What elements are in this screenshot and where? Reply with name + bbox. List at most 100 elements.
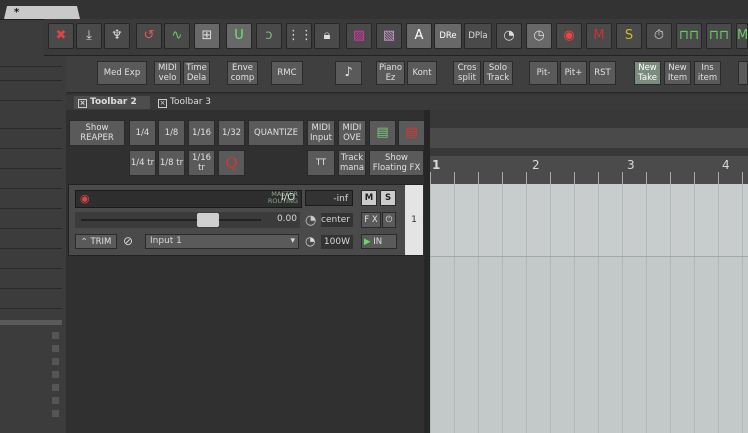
time-icon[interactable]: ⏱︎ [646,23,672,49]
input-select[interactable]: Input 1 ▾ [145,234,299,249]
new-take-button[interactable]: New Take [634,61,661,85]
main-toolbar: ✖ ⤓ ♆ ↺ ∿ ⊞ U ↄ ⋮⋮ 🔒︎ ▨ ▧ A DRe DPla ◔ ◷… [44,19,748,56]
phase-icon[interactable]: ⊘ [123,234,133,248]
arrange-view[interactable] [430,184,748,433]
envelope-icon: ⌃ [80,236,88,247]
lock-green2-icon[interactable]: ⊓⊓ [706,23,732,49]
dock-dots [52,332,59,422]
delete-icon[interactable]: ✖ [48,23,74,49]
show-floating-fx-button[interactable]: Show Floating FX [369,150,424,176]
more-icon[interactable]: M [736,23,748,49]
fx-bypass-icon[interactable]: ⏻ [382,212,396,228]
quant-1-32-button[interactable]: 1/32 [218,120,245,146]
rst-button[interactable]: RST [589,61,616,85]
midi-input-button[interactable]: MIDI Input [307,120,335,146]
midi-note-icon[interactable]: ♪ [335,61,362,85]
grid-snap-icon[interactable]: ⊞ [194,23,220,49]
grid-icon[interactable]: ⋮⋮ [286,23,313,49]
kont-button[interactable]: Kont [407,61,437,85]
track-name-field[interactable]: ◉ MASTER ROUTING [75,190,302,208]
pit-plus-button[interactable]: Pit+ [560,61,587,85]
tab-label: Toolbar 2 [90,97,137,107]
show-reaper-button[interactable]: Show REAPER [69,120,125,146]
dpla-button[interactable]: DPla [464,23,492,49]
brush-icon[interactable]: ♆ [104,23,130,49]
ruler-mark-1: 1 [432,158,441,172]
enve-comp-button[interactable]: Enve comp [227,61,258,85]
mute-button[interactable]: M [361,190,377,206]
ruler-mark-3: 3 [627,158,635,172]
ruler-mark-2: 2 [532,158,540,172]
volume-fader-handle[interactable] [197,213,219,227]
chevron-down-icon: ▾ [290,236,295,246]
instrument-toolbar: Med Exp MIDI velo Time Dela Enve comp RM… [66,56,748,93]
quant-1-16-tr-button[interactable]: 1/16 tr [188,150,215,176]
pan-knob-icon[interactable]: ◔ [305,213,316,228]
dock-scrollbar[interactable] [0,320,62,325]
pan-readout: center [321,213,353,227]
quantize-button[interactable]: QUANTIZE [248,120,304,146]
record-arm-icon[interactable]: ◉ [80,192,90,205]
io-button[interactable]: I/O [277,190,299,206]
lock-green-icon[interactable]: ⊓⊓ [676,23,702,49]
med-exp-button[interactable]: Med Exp [97,61,147,85]
q-button[interactable]: Q [218,150,245,176]
snap-icon[interactable]: ↄ [256,23,282,49]
solo-button[interactable]: S [380,190,396,206]
s-icon[interactable]: S [616,23,642,49]
meter-icon[interactable]: ◔ [496,23,522,49]
pit-minus-button[interactable]: Pit- [529,61,558,85]
track-mana-button[interactable]: Track mana [338,150,366,176]
monitor-input-button[interactable]: ▶ IN [361,234,397,249]
track-control-panel[interactable]: ◉ MASTER ROUTING I/O -inf M S 0.00 ◔ cen… [68,184,423,256]
width-knob-icon[interactable]: ◔ [305,234,315,248]
midi-ove-button[interactable]: MIDI OVE [338,120,366,146]
mixer-off-icon[interactable]: ▤ [398,120,425,146]
checkbox-icon: × [78,99,87,108]
tab-toolbar-3[interactable]: × Toolbar 3 [154,96,230,109]
new-item-button[interactable]: New Item [664,61,691,85]
in-label: IN [373,236,383,247]
more-button[interactable] [738,61,748,85]
timeline-ruler[interactable]: 1 2 3 4 [430,156,748,185]
play-icon: ▶ [364,236,371,247]
lock-icon[interactable]: 🔒︎ [314,23,340,49]
tt-button[interactable]: TT [307,150,335,176]
time-dela-button[interactable]: Time Dela [183,61,210,85]
track-number: 1 [405,185,423,255]
dre-button[interactable]: DRe [434,23,462,49]
cros-split-button[interactable]: Cros split [453,61,481,85]
checkbox-icon: × [158,99,167,108]
text-icon[interactable]: A [406,23,432,49]
mixer-icon[interactable]: ▤ [369,120,396,146]
clock-icon[interactable]: ◷ [526,23,552,49]
quant-1-8-button[interactable]: 1/8 [158,120,185,146]
tab-toolbar-2[interactable]: × Toolbar 2 [74,96,150,109]
left-dock [0,20,66,433]
envelope-icon[interactable]: ∿ [164,23,190,49]
record-icon[interactable]: ◉ [556,23,582,49]
fx-button[interactable]: F X [361,212,381,228]
magnet-icon[interactable]: U [226,23,252,49]
ins-item-button[interactable]: Ins item [694,61,721,85]
midi-velo-button[interactable]: MIDI velo [154,61,181,85]
piano-ez-button[interactable]: Piano Ez [376,61,405,85]
undo-icon[interactable]: ↺ [136,23,162,49]
trim-label: TRIM [90,236,112,247]
trim-button[interactable]: ⌃ TRIM [75,234,117,249]
volume-value: 0.00 [276,214,297,224]
color2-icon[interactable]: ▧ [376,23,402,49]
project-tab[interactable]: *[Unsaved] [4,6,80,19]
download-icon[interactable]: ⤓ [76,23,102,49]
m-icon[interactable]: M [586,23,612,49]
rmc-button[interactable]: RMC [271,61,303,85]
quant-1-16-button[interactable]: 1/16 [188,120,215,146]
solo-track-button[interactable]: Solo Track [483,61,513,85]
color-icon[interactable]: ▨ [346,23,372,49]
input-label: Input 1 [150,236,182,246]
volume-slider[interactable]: 0.00 [75,212,300,228]
quant-1-8-tr-button[interactable]: 1/8 tr [158,150,185,176]
quant-1-4-tr-button[interactable]: 1/4 tr [129,150,156,176]
quant-1-4-button[interactable]: 1/4 [129,120,156,146]
tab-label: Toolbar 3 [170,97,211,107]
